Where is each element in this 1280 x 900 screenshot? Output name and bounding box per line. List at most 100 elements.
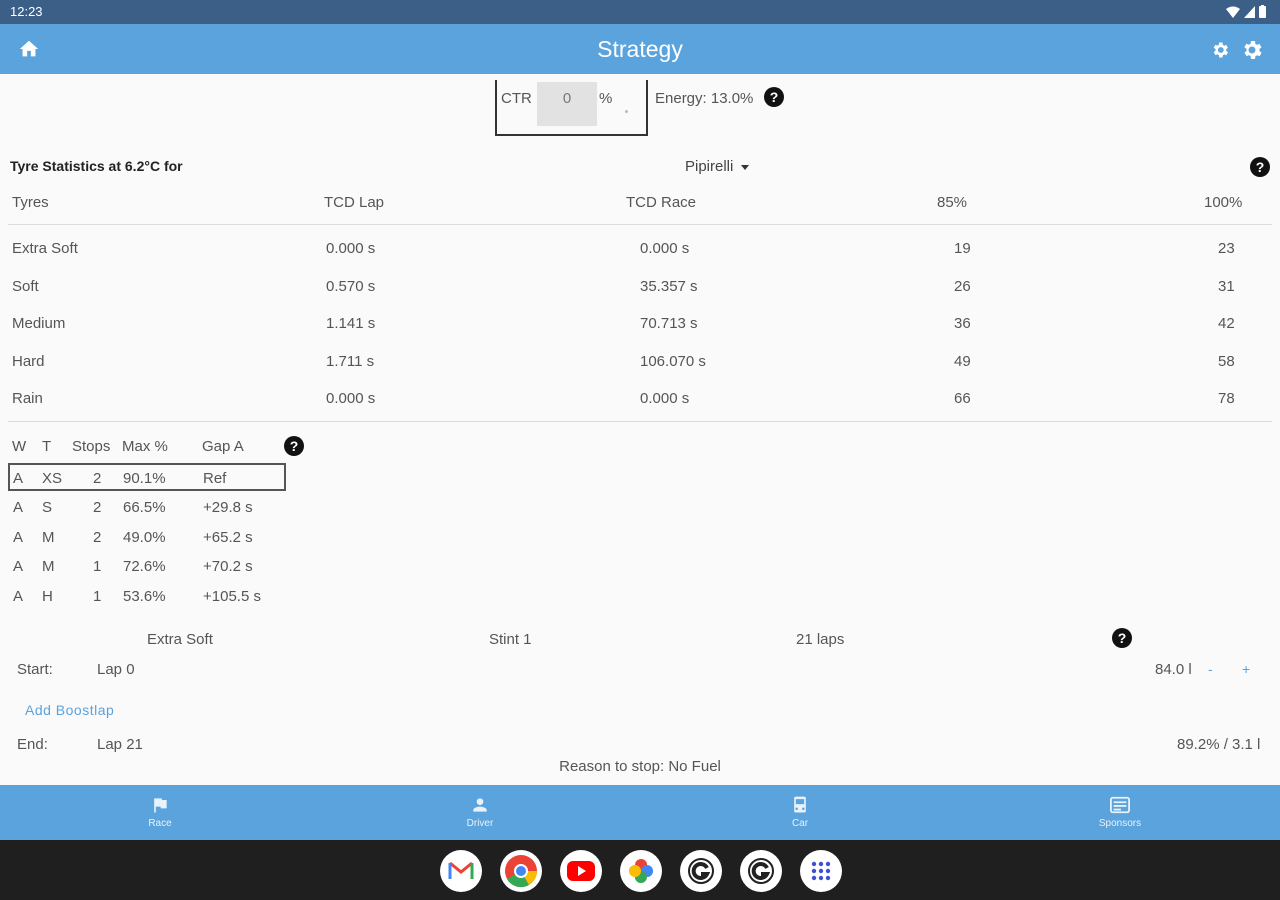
battery-icon	[1259, 5, 1266, 18]
end-lap: Lap 21	[97, 736, 143, 753]
flag-icon	[154, 798, 167, 813]
laps-100: 42	[1218, 315, 1235, 332]
strategy-stops: 1	[93, 588, 102, 605]
ctr-dot	[625, 110, 628, 113]
tcd-lap: 0.000 s	[326, 390, 376, 407]
fuel-minus-button[interactable]: -	[1208, 661, 1213, 677]
strategy-stops: 2	[93, 529, 102, 546]
small-settings-icon[interactable]	[1210, 40, 1230, 60]
nav-label: Car	[791, 818, 809, 829]
col-header-max: Max %	[122, 438, 168, 455]
gmail-icon[interactable]	[440, 850, 482, 892]
col-header-tcd-lap: TCD Lap	[324, 194, 385, 211]
strategy-stops: 2	[93, 499, 102, 516]
strategy-weather: A	[13, 529, 24, 546]
strategy-row[interactable]: A M 1 72.6% +70.2 s	[8, 552, 286, 580]
tyre-name: Hard	[12, 353, 45, 370]
strategy-max: 66.5%	[123, 499, 166, 516]
brand-dropdown[interactable]: Pipirelli	[685, 158, 750, 175]
stint-panel: Extra Soft Stint 1 21 laps ? Start: Lap …	[8, 622, 1272, 782]
stint-name: Stint 1	[489, 631, 532, 648]
tyre-name: Extra Soft	[12, 240, 78, 257]
strategy-max: 90.1%	[123, 470, 166, 487]
divider	[8, 224, 1272, 225]
car-icon	[794, 796, 806, 813]
col-header-w: W	[12, 438, 27, 455]
add-boostlap-button[interactable]: Add Boostlap	[25, 702, 114, 718]
strategy-row[interactable]: A H 1 53.6% +105.5 s	[8, 582, 286, 610]
tcd-race: 35.357 s	[640, 278, 698, 295]
help-stint-icon[interactable]: ?	[1112, 628, 1132, 648]
tcd-lap: 0.000 s	[326, 240, 376, 257]
tyre-name: Medium	[12, 315, 66, 332]
laps-100: 23	[1218, 240, 1235, 257]
laps-85: 49	[954, 353, 971, 370]
nav-car[interactable]: Car	[640, 785, 960, 840]
tcd-race: 0.000 s	[640, 240, 690, 257]
nav-race[interactable]: Race	[0, 785, 320, 840]
help-energy-icon[interactable]: ?	[764, 87, 784, 107]
tcd-race: 0.000 s	[640, 390, 690, 407]
laps-85: 26	[954, 278, 971, 295]
strategy-tyre: S	[42, 499, 53, 516]
main-content: CTR 0 % Energy: 13.0% ? Tyre Statistics …	[0, 74, 1280, 785]
end-label: End:	[17, 736, 48, 753]
stint-tyre: Extra Soft	[147, 631, 213, 648]
col-header-stops: Stops	[72, 438, 111, 455]
strategy-row[interactable]: A M 2 49.0% +65.2 s	[8, 523, 286, 551]
taskbar	[0, 840, 1280, 900]
ctr-input[interactable]: 0	[537, 82, 597, 126]
energy-text: Energy: 13.0%	[655, 90, 754, 107]
brand-label: Pipirelli	[685, 158, 734, 175]
app-icon[interactable]	[680, 850, 722, 892]
laps-100: 78	[1218, 390, 1235, 407]
laps-100: 31	[1218, 278, 1235, 295]
ctr-box: CTR 0 %	[495, 80, 648, 136]
help-tyre-stats-icon[interactable]: ?	[1250, 157, 1270, 177]
app-drawer-icon[interactable]	[800, 850, 842, 892]
strategy-tyre: M	[42, 558, 55, 575]
nav-label: Sponsors	[1098, 818, 1142, 829]
photos-icon[interactable]	[620, 850, 662, 892]
status-time: 12:23	[10, 4, 43, 19]
strategy-stops: 2	[93, 470, 102, 487]
page-title: Strategy	[597, 36, 683, 62]
youtube-icon[interactable]	[560, 850, 602, 892]
strategy-gap: Ref	[203, 470, 227, 487]
system-icons	[1226, 5, 1266, 18]
strategy-max: 72.6%	[123, 558, 166, 575]
col-header-tyres: Tyres	[12, 194, 49, 211]
strategy-gap: +105.5 s	[203, 588, 261, 605]
settings-icon[interactable]	[1240, 38, 1264, 62]
divider	[8, 421, 1272, 422]
strategy-gap: +29.8 s	[203, 499, 253, 516]
nav-sponsors[interactable]: Sponsors	[960, 785, 1280, 840]
dropdown-arrow-icon	[741, 164, 750, 170]
nav-driver[interactable]: Driver	[320, 785, 640, 840]
strategy-weather: A	[13, 470, 24, 487]
chrome-icon[interactable]	[500, 850, 542, 892]
app-icon[interactable]	[740, 850, 782, 892]
nav-label: Race	[148, 818, 172, 829]
tcd-race: 70.713 s	[640, 315, 698, 332]
help-strategy-icon[interactable]: ?	[284, 436, 304, 456]
person-icon	[473, 798, 487, 812]
col-header-t: T	[42, 438, 52, 455]
strategy-tyre: H	[42, 588, 53, 605]
ctr-unit: %	[599, 90, 613, 107]
strategy-row-selected[interactable]: A XS 2 90.1% Ref	[8, 463, 286, 491]
fuel-plus-button[interactable]: +	[1242, 661, 1250, 677]
stop-reason: Reason to stop: No Fuel	[559, 758, 721, 775]
nav-label: Driver	[466, 818, 494, 829]
laps-100: 58	[1218, 353, 1235, 370]
strategy-gap: +70.2 s	[203, 558, 253, 575]
strategy-row[interactable]: A S 2 66.5% +29.8 s	[8, 493, 286, 521]
sponsors-icon	[1110, 796, 1130, 814]
col-header-100: 100%	[1204, 194, 1243, 211]
tcd-race: 106.070 s	[640, 353, 706, 370]
bottom-nav: Race Driver Car Sponsors	[0, 785, 1280, 840]
stint-laps: 21 laps	[796, 631, 845, 648]
tcd-lap: 1.141 s	[326, 315, 376, 332]
end-stats: 89.2% / 3.1 l	[1177, 736, 1261, 753]
start-label: Start:	[17, 661, 53, 678]
